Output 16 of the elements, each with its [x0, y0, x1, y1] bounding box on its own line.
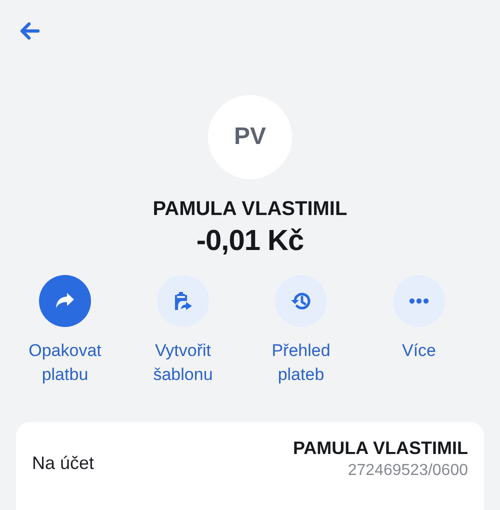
action-label[interactable]: Přehled plateb	[251, 339, 351, 387]
action-button[interactable]	[39, 275, 91, 327]
recipient-name: PAMULA VLASTIMIL	[293, 438, 468, 459]
amount: -0,01 Kč	[196, 225, 304, 258]
action-label[interactable]: Více	[369, 339, 469, 363]
forward-arrow-icon	[55, 292, 75, 310]
payee-name: PAMULA VLASTIMIL	[152, 198, 348, 221]
action-label[interactable]: Opakovat platbu	[15, 339, 115, 387]
account-number: 272469523/0600	[348, 462, 468, 480]
avatar: PV	[208, 95, 292, 179]
more-icon	[409, 298, 429, 304]
action-label[interactable]: Vytvořit šablonu	[133, 339, 233, 387]
back-arrow-icon[interactable]	[20, 22, 40, 40]
clipboard-arrow-icon	[173, 290, 193, 312]
detail-label: Na účet	[32, 452, 94, 474]
history-icon	[290, 291, 312, 311]
